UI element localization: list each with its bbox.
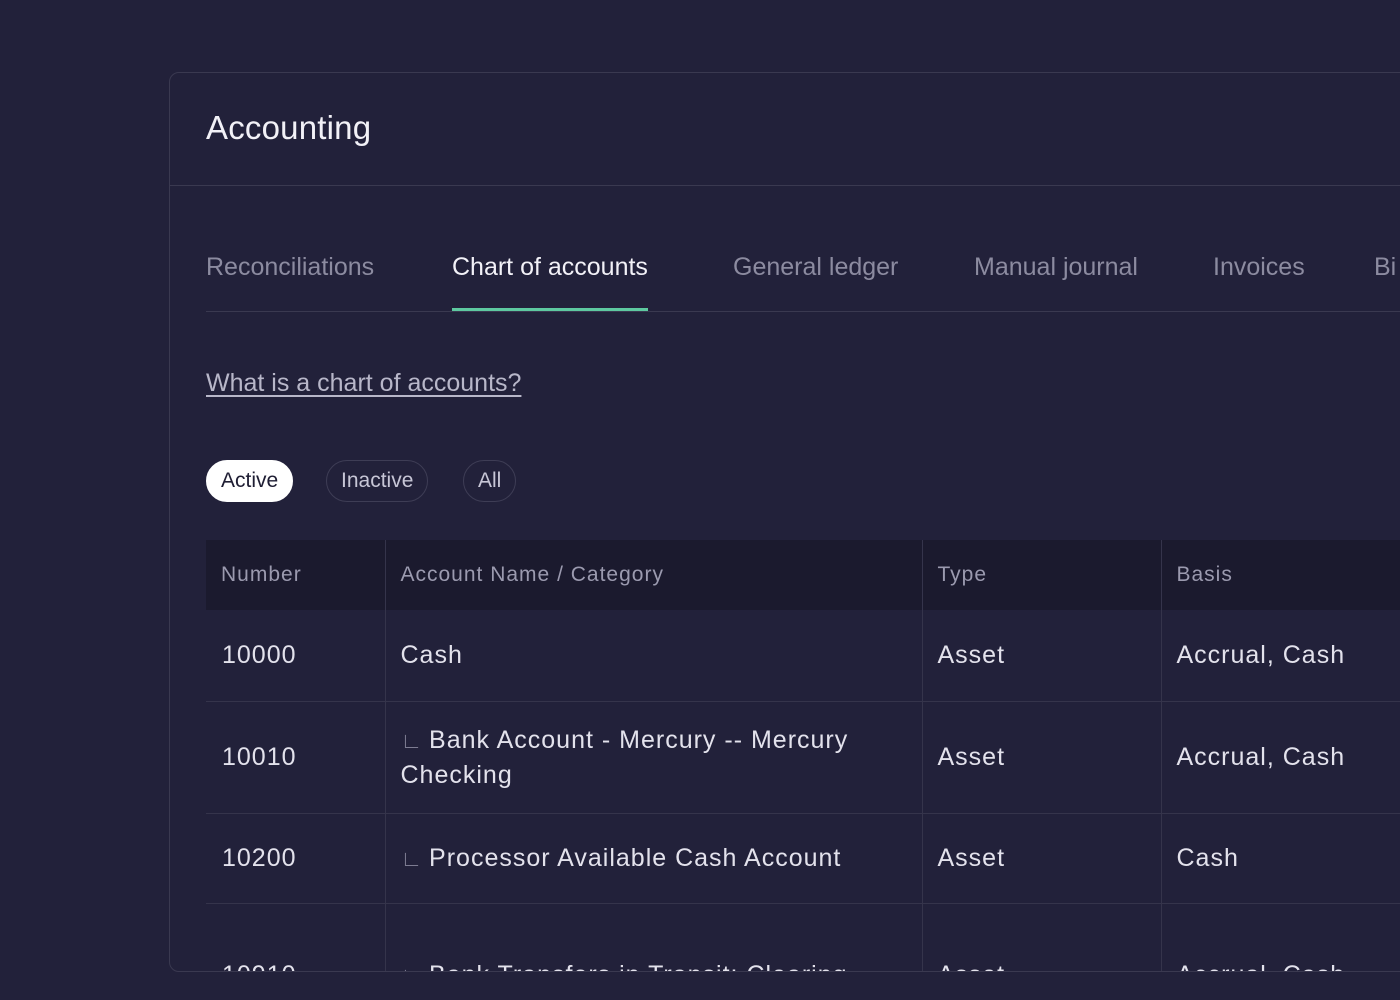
child-indent-icon: ∟ <box>400 727 424 753</box>
account-basis: Cash <box>1161 813 1400 904</box>
child-indent-icon: ∟ <box>401 963 424 972</box>
account-name: Bank Account - Mercury -- Mercury Checki… <box>400 725 849 789</box>
accounts-table: Number Account Name / Category Type Basi… <box>206 540 1400 972</box>
tab-chart-of-accounts[interactable]: Chart of accounts <box>452 253 648 311</box>
account-number: 10200 <box>206 813 386 904</box>
account-number: 10910 <box>206 903 386 971</box>
table-row[interactable]: 10910 ∟ Bank Transfers in Transit: Cleari… <box>206 903 1400 972</box>
account-name-cell: ∟ Bank Transfers in Transit: Clearing <box>385 903 923 972</box>
account-type: Asset <box>922 903 1162 971</box>
account-name: Processor Available Cash Account <box>429 843 842 872</box>
account-name-cell: ∟ Bank Account - Mercury -- Mercury Check… <box>385 701 923 814</box>
filter-inactive-pill[interactable]: Inactive <box>326 460 429 502</box>
account-number: 10010 <box>206 701 386 814</box>
help-link[interactable]: What is a chart of accounts? <box>206 369 521 398</box>
card-header: Accounting <box>170 73 1400 186</box>
tab-manual-journal[interactable]: Manual journal <box>974 253 1138 309</box>
table-row[interactable]: 10000 Cash Asset Accrual, Cash <box>206 610 1400 702</box>
account-name-cell: Cash <box>385 610 923 702</box>
account-name: Cash <box>400 641 463 670</box>
accounting-card: Accounting Reconciliations Chart of acco… <box>169 72 1400 972</box>
filter-all-pill[interactable]: All <box>463 460 517 502</box>
account-basis: Accrual, Cash <box>1161 610 1400 702</box>
child-indent-icon: ∟ <box>400 845 424 871</box>
tab-reconciliations[interactable]: Reconciliations <box>206 253 374 309</box>
tab-bar: Reconciliations Chart of accounts Genera… <box>206 237 1400 312</box>
tab-general-ledger[interactable]: General ledger <box>733 253 898 309</box>
table-header-row: Number Account Name / Category Type Basi… <box>206 540 1400 610</box>
account-basis: Accrual, Cash <box>1161 903 1400 971</box>
page-title: Accounting <box>206 109 372 146</box>
table-row[interactable]: 10010 ∟ Bank Account - Mercury -- Mercury… <box>206 701 1400 814</box>
account-name-cell: ∟ Processor Available Cash Account <box>385 813 923 904</box>
column-header-type[interactable]: Type <box>922 540 1162 610</box>
account-name: Bank Transfers in Transit: Clearing <box>429 961 848 972</box>
column-header-number[interactable]: Number <box>206 540 386 610</box>
account-type: Asset <box>922 610 1162 702</box>
column-header-account-name[interactable]: Account Name / Category <box>385 540 923 610</box>
account-basis: Accrual, Cash <box>1161 701 1400 814</box>
tab-invoices[interactable]: Invoices <box>1213 253 1305 309</box>
table-row[interactable]: 10200 ∟ Processor Available Cash Account … <box>206 813 1400 904</box>
account-type: Asset <box>922 701 1162 814</box>
column-header-basis[interactable]: Basis <box>1161 540 1400 610</box>
account-number: 10000 <box>206 610 386 702</box>
account-type: Asset <box>922 813 1162 904</box>
filter-active-pill[interactable]: Active <box>206 460 294 502</box>
tab-bills[interactable]: Bi <box>1374 253 1396 309</box>
